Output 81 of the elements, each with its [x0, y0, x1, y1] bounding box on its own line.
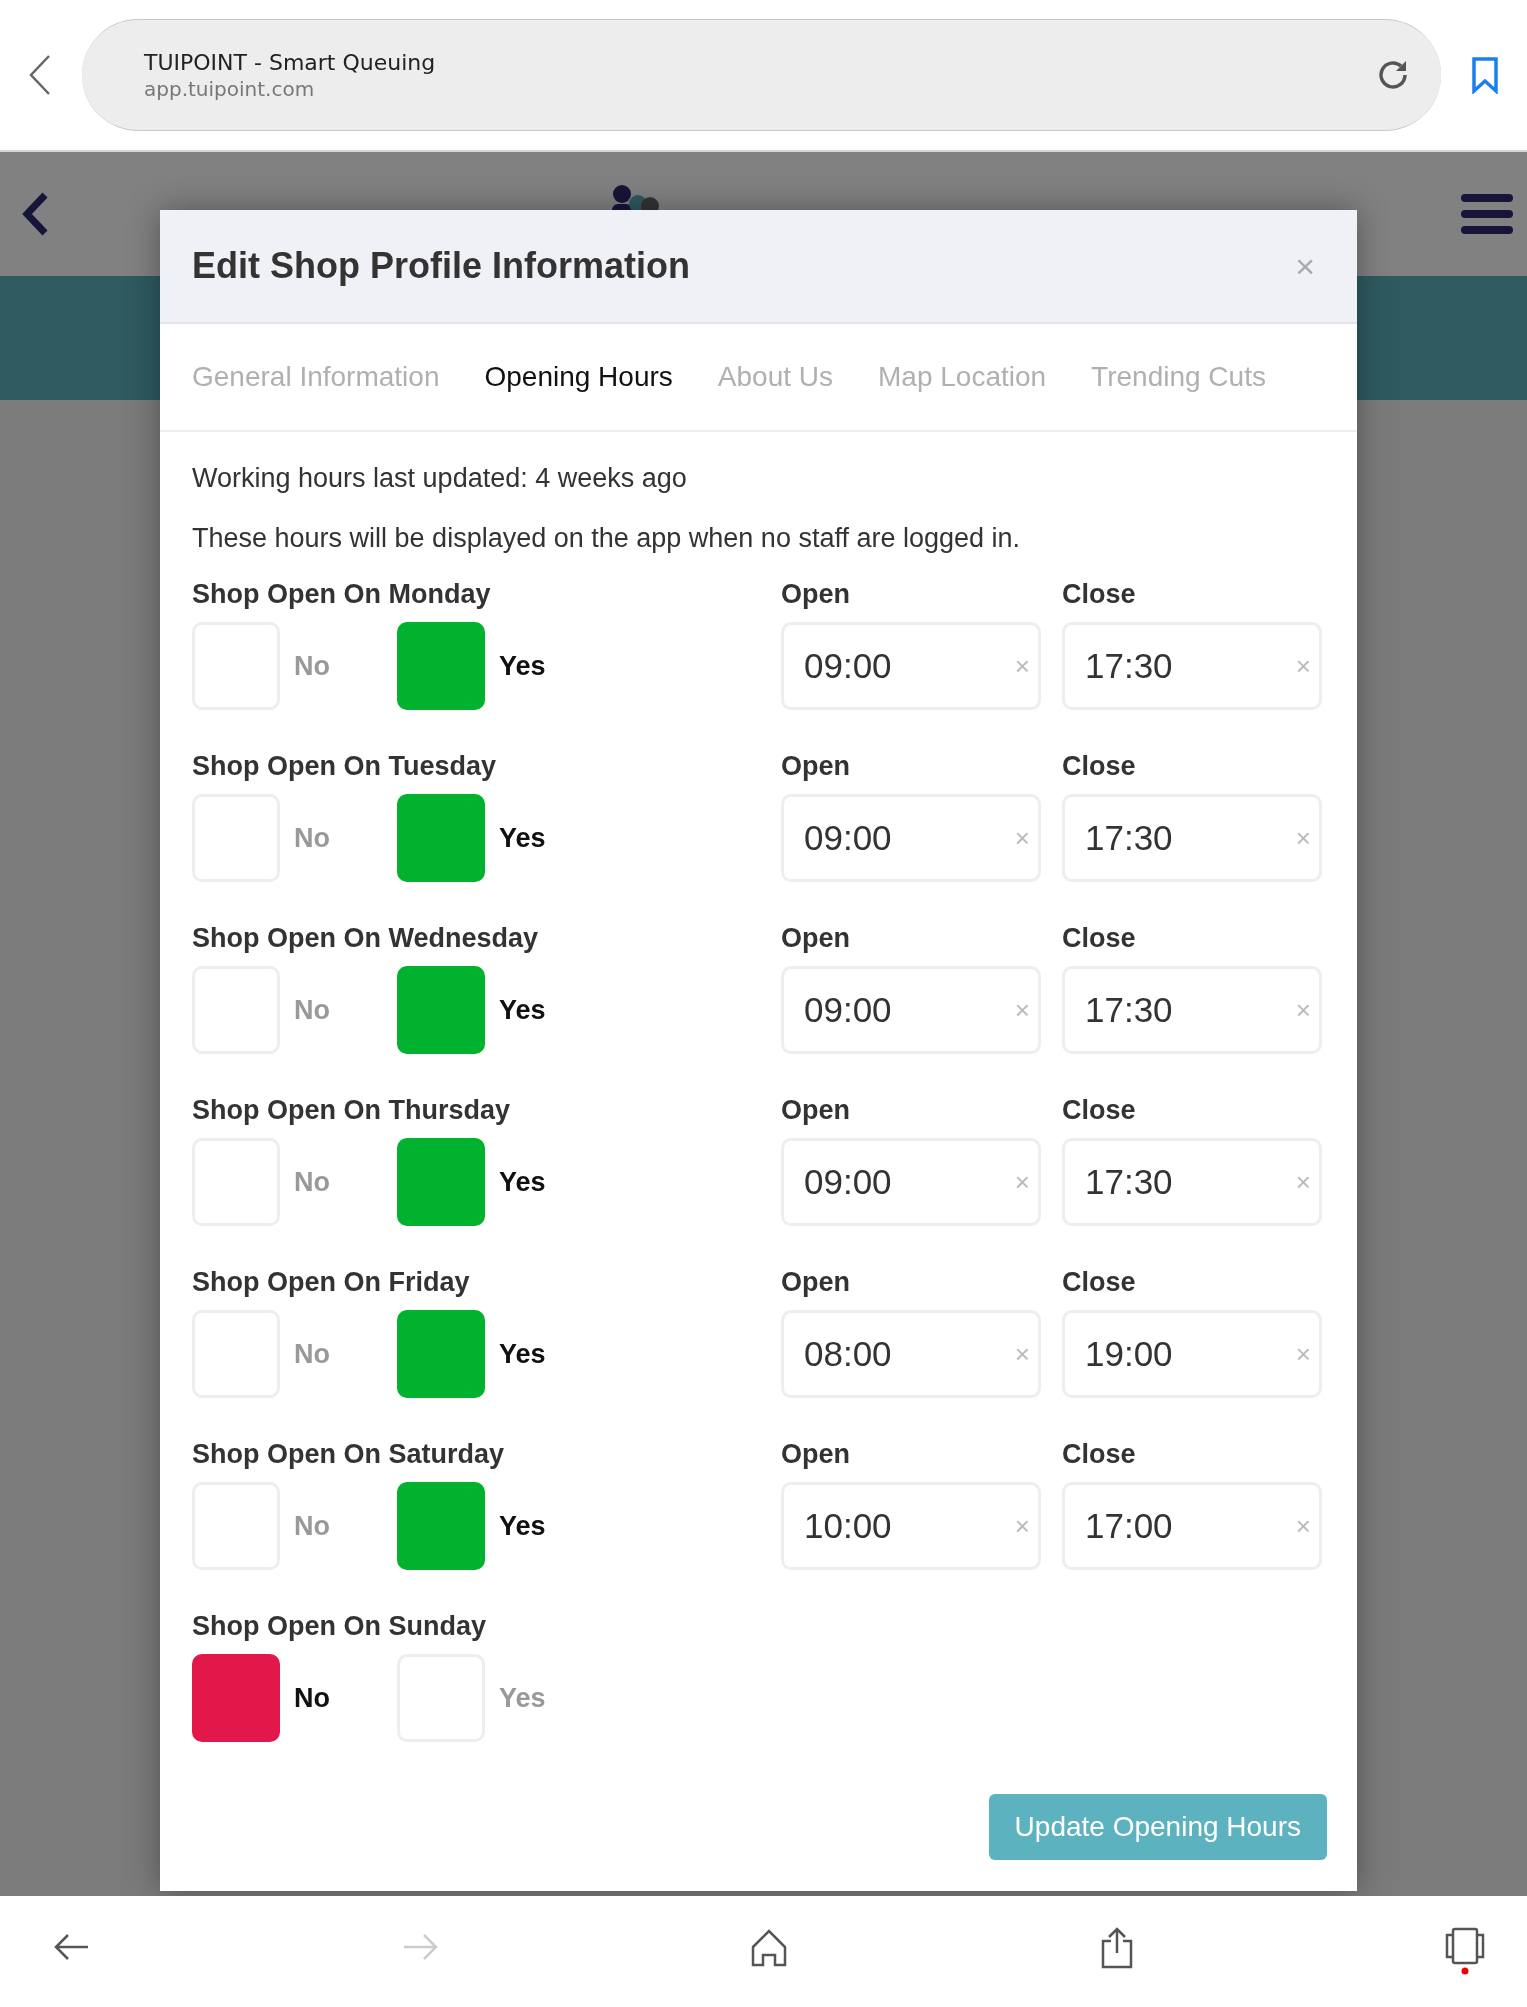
- clear-icon[interactable]: ×: [1295, 994, 1311, 1026]
- field-label: Close: [1062, 750, 1137, 783]
- option-box[interactable]: [397, 622, 485, 710]
- day-label: Shop Open On Tuesday: [192, 750, 498, 783]
- day-label: Shop Open On Friday: [192, 1266, 471, 1299]
- clear-icon[interactable]: ×: [1295, 1510, 1311, 1542]
- back-chevron-icon[interactable]: [20, 191, 50, 237]
- time-field[interactable]: 08:00 ×: [781, 1310, 1041, 1398]
- time-field[interactable]: 09:00 ×: [781, 966, 1041, 1054]
- option-button[interactable]: Yes: [397, 1482, 602, 1570]
- option-box[interactable]: [397, 1138, 485, 1226]
- field-label: Open: [781, 578, 851, 611]
- menu-icon[interactable]: [1459, 192, 1515, 236]
- update-button[interactable]: Update Opening Hours: [988, 1794, 1327, 1860]
- option-box[interactable]: [397, 1310, 485, 1398]
- option-button[interactable]: Yes: [397, 1310, 602, 1398]
- time-field[interactable]: 19:00 ×: [1062, 1310, 1322, 1398]
- address-bar[interactable]: TUIPOINT - Smart Queuing app.tuipoint.com: [82, 19, 1441, 131]
- option-button[interactable]: Yes: [397, 966, 602, 1054]
- time-field[interactable]: 17:30 ×: [1062, 966, 1322, 1054]
- clear-icon[interactable]: ×: [1014, 1166, 1030, 1198]
- day-label: Shop Open On Thursday: [192, 1094, 511, 1127]
- time-field[interactable]: 09:00 ×: [781, 794, 1041, 882]
- day-label: Shop Open On Sunday: [192, 1610, 487, 1643]
- tab[interactable]: Map Location: [878, 361, 1047, 393]
- day-label: Shop Open On Wednesday: [192, 922, 540, 955]
- time-field[interactable]: 09:00 ×: [781, 622, 1041, 710]
- clear-icon[interactable]: ×: [1014, 650, 1030, 682]
- option-button[interactable]: Yes: [397, 794, 602, 882]
- option-box[interactable]: [192, 1654, 280, 1742]
- field-label: Close: [1062, 1266, 1137, 1299]
- field-label: Open: [781, 1438, 851, 1471]
- note-text: These hours will be displayed on the app when no staff are logged in.: [192, 522, 1022, 555]
- close-button[interactable]: ×: [1295, 246, 1315, 286]
- option-button[interactable]: Yes: [397, 1654, 602, 1742]
- time-field[interactable]: 10:00 ×: [781, 1482, 1041, 1570]
- tab[interactable]: Opening Hours: [484, 361, 673, 393]
- clear-icon[interactable]: ×: [1014, 1338, 1030, 1370]
- field-label: Close: [1062, 1094, 1137, 1127]
- field-label: Open: [781, 1094, 851, 1127]
- option-button[interactable]: No: [192, 1138, 397, 1226]
- time-field[interactable]: 17:30 ×: [1062, 794, 1322, 882]
- dialog-title: Edit Shop Profile Information: [192, 245, 690, 287]
- option-button[interactable]: No: [192, 622, 397, 710]
- tab[interactable]: General Information: [192, 361, 440, 393]
- clear-icon[interactable]: ×: [1014, 1510, 1030, 1542]
- option-box[interactable]: [397, 1482, 485, 1570]
- field-label: Open: [781, 922, 851, 955]
- clear-icon[interactable]: ×: [1014, 994, 1030, 1026]
- page-url: app.tuipoint.com: [144, 76, 316, 101]
- field-label: Close: [1062, 578, 1137, 611]
- clear-icon[interactable]: ×: [1014, 822, 1030, 854]
- last-updated-text: Working hours last updated: 4 weeks ago: [192, 462, 688, 495]
- option-button[interactable]: Yes: [397, 622, 602, 710]
- page-title: TUIPOINT - Smart Queuing: [144, 49, 437, 75]
- back-icon[interactable]: [28, 54, 52, 96]
- clear-icon[interactable]: ×: [1295, 822, 1311, 854]
- field-label: Close: [1062, 922, 1137, 955]
- field-label: Open: [781, 750, 851, 783]
- field-label: Close: [1062, 1438, 1137, 1471]
- option-box[interactable]: [397, 966, 485, 1054]
- option-button[interactable]: No: [192, 794, 397, 882]
- option-button[interactable]: No: [192, 1310, 397, 1398]
- option-button[interactable]: No: [192, 1482, 397, 1570]
- option-box[interactable]: [397, 794, 485, 882]
- day-label: Shop Open On Monday: [192, 578, 492, 611]
- clear-icon[interactable]: ×: [1295, 1338, 1311, 1370]
- clear-icon[interactable]: ×: [1295, 650, 1311, 682]
- option-button[interactable]: Yes: [397, 1138, 602, 1226]
- tab[interactable]: About Us: [717, 361, 833, 393]
- time-field[interactable]: 09:00 ×: [781, 1138, 1041, 1226]
- option-button[interactable]: No: [192, 966, 397, 1054]
- day-label: Shop Open On Saturday: [192, 1438, 506, 1471]
- bookmark-icon[interactable]: [1471, 56, 1499, 94]
- time-field[interactable]: 17:00 ×: [1062, 1482, 1322, 1570]
- option-button[interactable]: No: [192, 1654, 397, 1742]
- time-field[interactable]: 17:30 ×: [1062, 622, 1322, 710]
- tab[interactable]: Trending Cuts: [1091, 361, 1266, 393]
- time-field[interactable]: 17:30 ×: [1062, 1138, 1322, 1226]
- clear-icon[interactable]: ×: [1295, 1166, 1311, 1198]
- field-label: Open: [781, 1266, 851, 1299]
